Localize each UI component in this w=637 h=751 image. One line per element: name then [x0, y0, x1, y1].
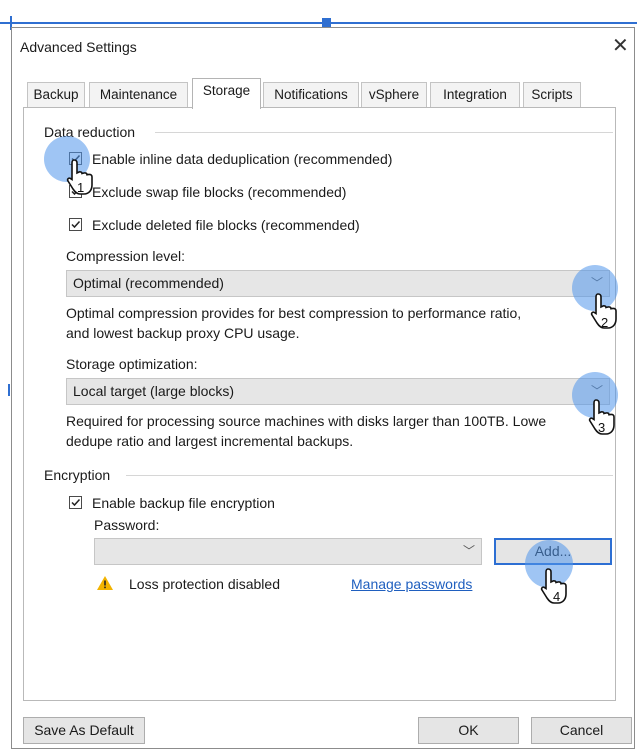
tab-integration[interactable]: Integration — [430, 82, 520, 108]
selection-guide-mark — [8, 384, 10, 396]
compression-level-label: Compression level: — [66, 248, 186, 264]
manage-passwords-link[interactable]: Manage passwords — [351, 576, 472, 592]
section-divider — [155, 132, 613, 133]
selection-handle[interactable] — [322, 18, 331, 27]
cancel-button[interactable]: Cancel — [531, 717, 632, 744]
enable-encryption-label: Enable backup file encryption — [92, 495, 275, 511]
tab-maintenance[interactable]: Maintenance — [89, 82, 188, 108]
section-divider — [126, 475, 613, 476]
tab-scripts[interactable]: Scripts — [523, 82, 581, 108]
selection-guide-line — [0, 22, 637, 24]
callout-number: 1 — [77, 180, 85, 195]
loss-protection-warning: Loss protection disabled — [129, 576, 280, 592]
exclude-deleted-label: Exclude deleted file blocks (recommended… — [92, 217, 360, 233]
compression-level-select[interactable]: Optimal (recommended) ﹀ — [66, 270, 610, 297]
tab-vsphere[interactable]: vSphere — [361, 82, 427, 108]
compression-description-line2: and lowest backup proxy CPU usage. — [66, 325, 300, 341]
chevron-down-icon: ﹀ — [462, 544, 475, 558]
tab-backup[interactable]: Backup — [27, 82, 85, 108]
storage-optimization-select[interactable]: Local target (large blocks) ﹀ — [66, 378, 610, 405]
storage-optimization-label: Storage optimization: — [66, 356, 198, 372]
inline-dedup-label: Enable inline data deduplication (recomm… — [92, 151, 393, 167]
callout-number: 4 — [553, 589, 561, 604]
save-as-default-button[interactable]: Save As Default — [23, 717, 145, 744]
password-select[interactable]: ﹀ — [94, 538, 482, 565]
checkmark-icon — [71, 498, 81, 507]
callout-number: 3 — [598, 420, 606, 435]
callout-number: 2 — [601, 315, 609, 330]
tab-storage[interactable]: Storage — [192, 78, 261, 109]
exclude-swap-label: Exclude swap file blocks (recommended) — [92, 184, 347, 200]
password-label: Password: — [94, 517, 160, 533]
checkmark-icon — [71, 220, 81, 229]
enable-encryption-checkbox[interactable] — [69, 496, 82, 509]
compression-description-line1: Optimal compression provides for best co… — [66, 305, 522, 321]
dialog-title: Advanced Settings — [20, 39, 137, 55]
optimization-description-line1: Required for processing source machines … — [66, 413, 547, 429]
ok-button[interactable]: OK — [418, 717, 519, 744]
exclude-deleted-checkbox[interactable] — [69, 218, 82, 231]
tab-notifications[interactable]: Notifications — [263, 82, 359, 108]
encryption-heading: Encryption — [44, 467, 111, 483]
compression-level-value: Optimal (recommended) — [73, 275, 224, 291]
storage-optimization-value: Local target (large blocks) — [73, 383, 235, 399]
warning-icon — [97, 576, 113, 590]
close-icon[interactable]: ✕ — [612, 33, 629, 58]
optimization-description-line2: dedupe ratio and largest incremental bac… — [66, 433, 354, 449]
